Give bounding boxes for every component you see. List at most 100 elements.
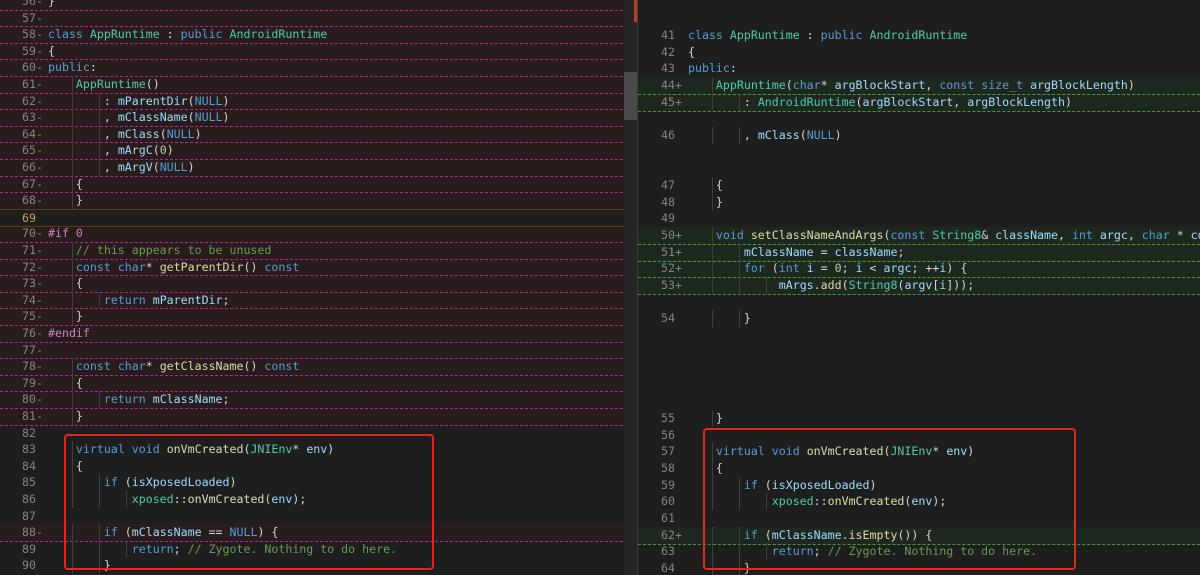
line-number: 86 xyxy=(22,492,36,506)
left-code-line[interactable]: 68- } xyxy=(0,192,638,210)
right-code-line[interactable]: 45 + : AndroidRuntime(argBlockStart, argB… xyxy=(638,94,1200,112)
right-code-line[interactable]: 48 } xyxy=(638,194,1200,211)
indent-guide xyxy=(72,474,73,491)
right-code-line[interactable]: 46 , mClass(NULL) xyxy=(638,127,1200,144)
code-text: #endif xyxy=(48,326,90,340)
right-code-line[interactable]: 41 class AppRuntime : public AndroidRunti… xyxy=(638,27,1200,44)
code-text: , mClassName(NULL) xyxy=(48,110,230,125)
code-text: AppRuntime() xyxy=(75,77,160,91)
right-code-line[interactable]: 53 + mArgs.add(String8(argv[i])); xyxy=(638,277,1200,295)
left-code-line[interactable]: 62- : mParentDir(NULL) xyxy=(0,92,638,111)
code-text: } xyxy=(48,309,83,324)
diff-marker: - xyxy=(36,342,43,357)
left-code-line[interactable]: 83 virtual void onVmCreated(JNIEnv* env) xyxy=(0,441,638,458)
line-number: 44 xyxy=(661,78,675,92)
right-code-line[interactable]: 59 if (isXposedLoaded) xyxy=(638,477,1200,494)
right-code-line[interactable]: 60 xposed::onVmCreated(env); xyxy=(638,493,1200,510)
right-code-line[interactable]: 64 } xyxy=(638,560,1200,575)
left-diff-pane[interactable]: 56-} 57-58- class AppRuntime : public Andr… xyxy=(0,0,638,575)
right-code-line[interactable]: 44 + AppRuntime(char* argBlockStart, cons… xyxy=(638,77,1200,95)
code-text: { xyxy=(688,45,695,59)
code-text: { xyxy=(48,176,83,191)
right-code-line[interactable]: 58 { xyxy=(638,460,1200,477)
right-code-line[interactable]: 62 + if (mClassName.isEmpty()) { xyxy=(638,527,1200,545)
left-code-line[interactable]: 77- xyxy=(0,341,638,360)
left-code-line[interactable]: 74- return mParentDir; xyxy=(0,291,638,310)
left-code-line[interactable]: 79- { xyxy=(0,374,638,393)
right-code-line[interactable]: 42 { xyxy=(638,44,1200,61)
diff-marker: - xyxy=(36,176,43,191)
indent-guide xyxy=(712,244,713,261)
left-code-line[interactable]: 86 xposed::onVmCreated(env); xyxy=(0,491,638,508)
left-code-line[interactable]: 76- #endif xyxy=(0,325,638,343)
left-code-line[interactable]: 81- } xyxy=(0,408,638,426)
code-text: return mClassName; xyxy=(103,392,230,407)
right-code-line[interactable]: 54 } xyxy=(638,310,1200,327)
line-number: 84 xyxy=(22,458,36,473)
line-number: 55 xyxy=(661,411,675,425)
indent-guide xyxy=(712,177,713,194)
left-code-line[interactable]: 60- public: xyxy=(0,59,638,77)
left-code-line[interactable]: 61- AppRuntime() xyxy=(0,76,638,94)
left-scroll-thumb[interactable] xyxy=(624,72,638,120)
right-code-line[interactable]: 57 virtual void onVmCreated(JNIEnv* env) xyxy=(638,443,1200,460)
right-code-line[interactable]: 47 { xyxy=(638,177,1200,194)
right-code-line[interactable]: 43 public: xyxy=(638,60,1200,77)
left-code-line[interactable]: 67- { xyxy=(0,175,638,194)
right-code-line[interactable]: 50 + void setClassNameAndArgs(const Strin… xyxy=(638,227,1200,245)
line-number: 58 xyxy=(22,27,36,42)
left-code-line[interactable]: 88- if (mClassName == NULL) { xyxy=(0,524,638,542)
left-code-line[interactable]: 59-{ xyxy=(0,42,638,61)
left-code-line[interactable]: 90 } xyxy=(0,557,638,574)
indent-guide xyxy=(712,94,713,111)
left-code-line[interactable]: 70- #if 0 xyxy=(0,225,638,243)
right-code-line[interactable]: 52 + for (int i = 0; i < argc; ++i) { xyxy=(638,260,1200,278)
code-text: const char* getClassName() const xyxy=(75,359,300,374)
right-code-line[interactable]: 51 + mClassName = className; xyxy=(638,244,1200,262)
indent-guide xyxy=(72,291,73,309)
line-number: 65 xyxy=(22,143,36,158)
line-number: 80 xyxy=(22,392,36,407)
indent-guide xyxy=(72,258,73,276)
left-code-line[interactable]: 65- , mArgC(0) xyxy=(0,142,638,160)
right-code-line[interactable]: 61 xyxy=(638,510,1200,527)
left-code-line[interactable]: 73- { xyxy=(0,275,638,293)
indent-guide xyxy=(99,125,100,143)
diff-marker: + xyxy=(675,245,682,259)
left-scrollbar[interactable] xyxy=(624,0,638,575)
left-code-line[interactable]: 75- } xyxy=(0,308,638,326)
code-text: if (isXposedLoaded) xyxy=(743,478,877,492)
right-diff-pane[interactable]: 41 class AppRuntime : public AndroidRunti… xyxy=(638,0,1200,575)
left-code-line[interactable]: 64- , mClass(NULL) xyxy=(0,125,638,144)
indent-guide xyxy=(72,175,73,193)
left-code-line[interactable]: 85 if (isXposedLoaded) xyxy=(0,474,638,491)
indent-guide xyxy=(72,557,73,574)
right-code-line[interactable]: 63 return; // Zygote. Nothing to do here… xyxy=(638,543,1200,560)
left-code-line[interactable]: 63- , mClassName(NULL) xyxy=(0,109,638,127)
left-code-line[interactable]: 89 return; // Zygote. Nothing to do here… xyxy=(0,540,638,558)
right-code-line[interactable]: 56 xyxy=(638,427,1200,444)
left-code-line[interactable]: 87 xyxy=(0,508,638,525)
indent-guide xyxy=(739,310,740,327)
right-code-line[interactable]: 49 xyxy=(638,210,1200,227)
left-code-line[interactable]: 66- , mArgV(NULL) xyxy=(0,159,638,177)
left-code-line[interactable]: 84 { xyxy=(0,457,638,475)
indent-guide xyxy=(712,477,713,494)
line-number: 62 xyxy=(22,93,36,108)
right-code-line[interactable]: 55 } xyxy=(638,410,1200,427)
left-code-line[interactable]: 80- return mClassName; xyxy=(0,391,638,409)
diff-marker: - xyxy=(36,143,43,158)
indent-guide xyxy=(739,94,740,111)
line-number: 64 xyxy=(22,126,36,141)
left-code-line[interactable]: 71- // this appears to be unused xyxy=(0,242,638,260)
left-code-line[interactable]: 78- const char* getClassName() const xyxy=(0,358,638,376)
indent-guide xyxy=(72,358,73,375)
code-text: AppRuntime(char* argBlockStart, const si… xyxy=(715,78,1135,92)
left-code-line[interactable]: 57- xyxy=(0,9,638,28)
code-text: if (mClassName == NULL) { xyxy=(103,525,279,540)
line-number: 68 xyxy=(22,193,36,208)
left-code-line[interactable]: 58- class AppRuntime : public AndroidRunt… xyxy=(0,26,638,44)
left-code-line[interactable]: 72- const char* getParentDir() const xyxy=(0,258,638,277)
left-code-line[interactable]: 82 xyxy=(0,425,638,442)
indent-guide xyxy=(72,308,73,325)
